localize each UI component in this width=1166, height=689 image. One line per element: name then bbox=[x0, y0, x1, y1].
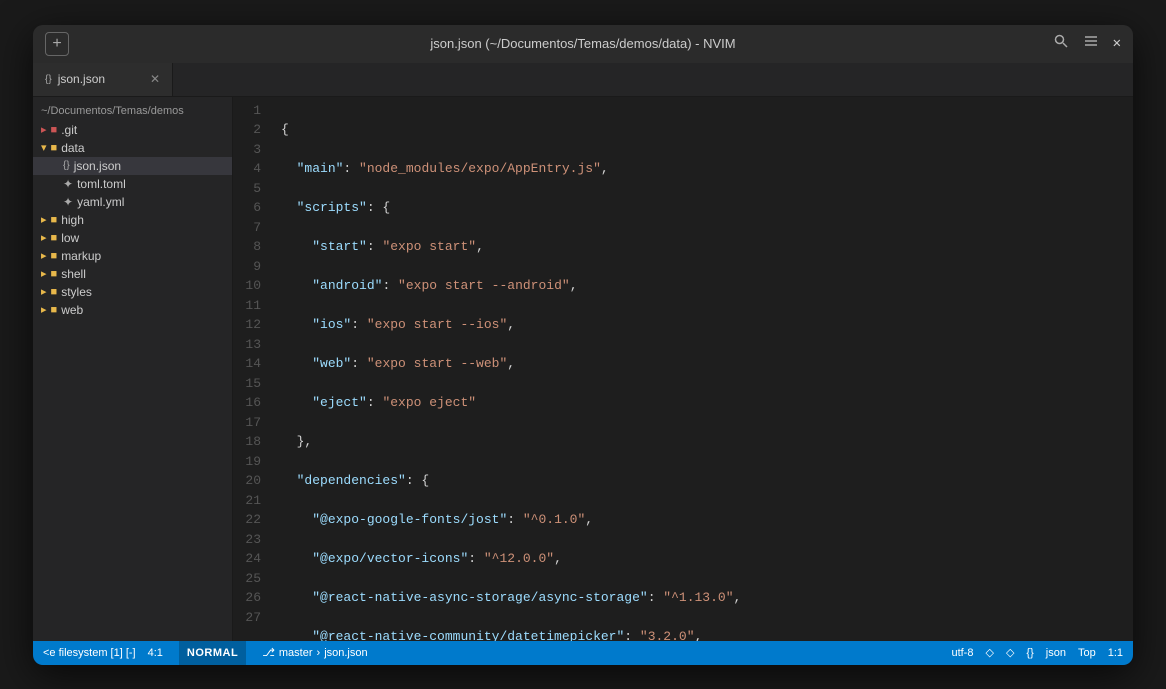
git-folder-icon: ▸ bbox=[41, 123, 47, 136]
json-file-label: json.json bbox=[74, 159, 121, 173]
code-line-8: "eject": "expo eject" bbox=[273, 393, 1133, 413]
styles-folder-chevron: ▸ bbox=[41, 285, 47, 298]
styles-folder-icon: ■ bbox=[51, 286, 58, 298]
code-line-9: }, bbox=[273, 432, 1133, 452]
code-line-13: "@react-native-async-storage/async-stora… bbox=[273, 588, 1133, 608]
code-editor[interactable]: { "main": "node_modules/expo/AppEntry.js… bbox=[273, 97, 1133, 641]
sidebar: ~/Documentos/Temas/demos ▸ ■ .git ▾ ■ da… bbox=[33, 97, 233, 641]
code-line-3: "scripts": { bbox=[273, 198, 1133, 218]
status-filetype: json bbox=[1046, 647, 1066, 659]
status-bar: <e filesystem [1] [-] 4:1 NORMAL ⎇ maste… bbox=[33, 641, 1133, 665]
code-line-11: "@expo-google-fonts/jost": "^0.1.0", bbox=[273, 510, 1133, 530]
sidebar-item-shell[interactable]: ▸ ■ shell bbox=[33, 265, 232, 283]
data-folder-label: data bbox=[61, 141, 84, 155]
low-folder-label: low bbox=[61, 231, 79, 245]
tabs-bar: {} json.json ✕ bbox=[33, 63, 1133, 97]
sidebar-item-web[interactable]: ▸ ■ web bbox=[33, 301, 232, 319]
code-line-6: "ios": "expo start --ios", bbox=[273, 315, 1133, 335]
data-folder-chevron: ▾ bbox=[41, 141, 47, 154]
main-window: + json.json (~/Documentos/Temas/demos/da… bbox=[33, 25, 1133, 665]
yaml-file-icon: ✦ bbox=[63, 195, 73, 209]
data-folder-icon: ■ bbox=[51, 142, 58, 154]
titlebar-right: ✕ bbox=[1053, 33, 1121, 54]
high-folder-label: high bbox=[61, 213, 84, 227]
code-line-7: "web": "expo start --web", bbox=[273, 354, 1133, 374]
sidebar-item-low[interactable]: ▸ ■ low bbox=[33, 229, 232, 247]
status-mode: NORMAL bbox=[179, 641, 246, 665]
sidebar-item-git[interactable]: ▸ ■ .git bbox=[33, 121, 232, 139]
search-icon[interactable] bbox=[1053, 33, 1069, 54]
current-file: json.json bbox=[324, 647, 367, 659]
status-braces-icon: {} bbox=[1026, 647, 1033, 659]
tab-close-button[interactable]: ✕ bbox=[150, 72, 160, 86]
toml-file-label: toml.toml bbox=[77, 177, 126, 191]
code-line-14: "@react-native-community/datetimepicker"… bbox=[273, 627, 1133, 641]
main-area: ~/Documentos/Temas/demos ▸ ■ .git ▾ ■ da… bbox=[33, 97, 1133, 641]
new-tab-button[interactable]: + bbox=[45, 32, 69, 56]
branch-icon: ⎇ bbox=[262, 646, 275, 659]
status-left: <e filesystem [1] [-] 4:1 bbox=[43, 647, 163, 659]
markup-folder-icon: ■ bbox=[51, 250, 58, 262]
sidebar-item-data[interactable]: ▾ ■ data bbox=[33, 139, 232, 157]
code-line-10: "dependencies": { bbox=[273, 471, 1133, 491]
styles-folder-label: styles bbox=[61, 285, 92, 299]
sidebar-item-high[interactable]: ▸ ■ high bbox=[33, 211, 232, 229]
high-folder-icon: ■ bbox=[51, 214, 58, 226]
code-container[interactable]: 1234567 891011121314 15161718192021 2223… bbox=[233, 97, 1133, 641]
code-line-1: { bbox=[273, 120, 1133, 140]
toml-file-icon: ✦ bbox=[63, 177, 73, 191]
branch-arrow: › bbox=[317, 647, 321, 659]
tab-file-icon: {} bbox=[45, 74, 52, 85]
sidebar-item-json[interactable]: {} json.json bbox=[33, 157, 232, 175]
web-folder-chevron: ▸ bbox=[41, 303, 47, 316]
code-line-12: "@expo/vector-icons": "^12.0.0", bbox=[273, 549, 1133, 569]
low-folder-chevron: ▸ bbox=[41, 231, 47, 244]
code-line-2: "main": "node_modules/expo/AppEntry.js", bbox=[273, 159, 1133, 179]
code-line-4: "start": "expo start", bbox=[273, 237, 1133, 257]
web-folder-label: web bbox=[61, 303, 83, 317]
tab-json[interactable]: {} json.json ✕ bbox=[33, 63, 173, 96]
status-scroll: Top bbox=[1078, 647, 1096, 659]
markup-folder-chevron: ▸ bbox=[41, 249, 47, 262]
status-cursor: 4:1 bbox=[148, 647, 163, 659]
shell-folder-icon: ■ bbox=[51, 268, 58, 280]
menu-icon[interactable] bbox=[1083, 33, 1099, 54]
titlebar: + json.json (~/Documentos/Temas/demos/da… bbox=[33, 25, 1133, 63]
yaml-file-label: yaml.yml bbox=[77, 195, 124, 209]
tab-label: json.json bbox=[58, 72, 105, 86]
editor-area: 1234567 891011121314 15161718192021 2223… bbox=[233, 97, 1133, 641]
close-icon[interactable]: ✕ bbox=[1113, 35, 1121, 52]
shell-folder-label: shell bbox=[61, 267, 86, 281]
web-folder-icon: ■ bbox=[51, 304, 58, 316]
sidebar-item-toml[interactable]: ✦ toml.toml bbox=[33, 175, 232, 193]
code-line-5: "android": "expo start --android", bbox=[273, 276, 1133, 296]
sidebar-root-label: ~/Documentos/Temas/demos bbox=[33, 101, 232, 121]
status-git-icon: ◇ bbox=[985, 646, 993, 659]
window-title: json.json (~/Documentos/Temas/demos/data… bbox=[430, 36, 735, 51]
low-folder-icon: ■ bbox=[51, 232, 58, 244]
titlebar-left: + bbox=[45, 32, 69, 56]
status-right: utf-8 ◇ ◇ {} json Top 1:1 bbox=[951, 646, 1123, 659]
markup-folder-label: markup bbox=[61, 249, 101, 263]
line-numbers: 1234567 891011121314 15161718192021 2223… bbox=[233, 97, 273, 641]
status-encoding: utf-8 bbox=[951, 647, 973, 659]
high-folder-chevron: ▸ bbox=[41, 213, 47, 226]
status-file-info: <e filesystem [1] [-] bbox=[43, 647, 136, 659]
json-file-icon: {} bbox=[63, 160, 70, 171]
sidebar-item-styles[interactable]: ▸ ■ styles bbox=[33, 283, 232, 301]
git-folder-label: .git bbox=[61, 123, 77, 137]
branch-name: master bbox=[279, 647, 313, 659]
status-position: 1:1 bbox=[1108, 647, 1123, 659]
status-delta-icon: ◇ bbox=[1006, 646, 1014, 659]
sidebar-item-yaml[interactable]: ✦ yaml.yml bbox=[33, 193, 232, 211]
shell-folder-chevron: ▸ bbox=[41, 267, 47, 280]
git-folder-marker: ■ bbox=[51, 124, 58, 136]
status-branch: ⎇ master › json.json bbox=[262, 646, 367, 659]
sidebar-item-markup[interactable]: ▸ ■ markup bbox=[33, 247, 232, 265]
